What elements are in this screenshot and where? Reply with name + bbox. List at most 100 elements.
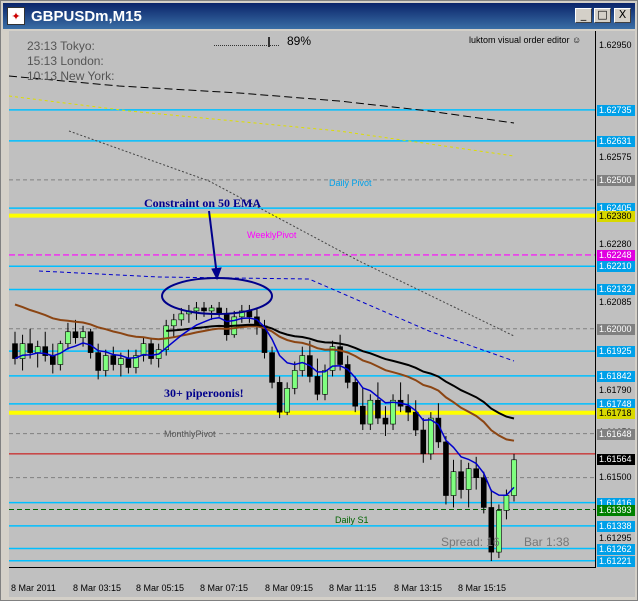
candle-body	[95, 352, 101, 371]
window-title: GBPUSDm,M15	[31, 7, 142, 25]
candle-body	[503, 495, 510, 511]
candle-body	[34, 346, 41, 353]
candle-body	[110, 355, 117, 365]
daily-s1-label: Daily S1	[335, 515, 369, 525]
minimize-button[interactable]: _	[575, 8, 592, 23]
candle-body	[291, 370, 298, 389]
price-level-tag: 1.61925	[597, 346, 635, 358]
price-level-tag: 1.61564	[597, 453, 635, 465]
indicator-trail-yellow	[9, 95, 515, 157]
candle-body	[269, 352, 275, 383]
candle-body	[72, 331, 79, 339]
candle-body	[322, 370, 328, 395]
price-tick: 1.61295	[599, 532, 632, 543]
time-tick: 8 Mar 07:15	[200, 583, 249, 593]
time-tick: 8 Mar 11:15	[329, 583, 377, 593]
candle-body	[125, 358, 132, 368]
price-level-tag: 1.61842	[597, 370, 635, 382]
price-chart[interactable]	[9, 31, 595, 567]
price-level-tag: 1.62380	[597, 210, 635, 222]
price-tick: 1.62085	[599, 297, 632, 308]
london-clock: 15:13 London:	[27, 54, 104, 68]
monthly-pivot-label: MonthlyPivot	[164, 429, 216, 439]
candle-body	[428, 417, 434, 455]
annotation-constraint: Constraint on 50 EMA	[144, 196, 262, 210]
price-level-tag: 1.62735	[597, 104, 635, 116]
candle-body	[465, 468, 472, 490]
price-tick: 1.62575	[599, 151, 632, 162]
candle-body	[102, 355, 109, 371]
newyork-clock: 10:13 New York:	[27, 69, 115, 83]
price-level-tag: 1.61338	[597, 520, 635, 532]
time-tick: 8 Mar 13:15	[394, 583, 443, 593]
indicator-label: luktom visual order editor ☺	[469, 35, 582, 45]
candle-body	[12, 343, 18, 359]
candle-body	[65, 331, 71, 344]
close-button[interactable]: X	[614, 8, 631, 23]
candle-body	[170, 319, 177, 327]
price-level-tag: 1.61718	[597, 407, 635, 419]
candle-body	[223, 313, 230, 336]
price-axis-line	[595, 31, 596, 579]
price-level-tag: 1.62248	[597, 249, 635, 261]
candle-body	[50, 355, 56, 365]
time-tick: 8 Mar 15:15	[458, 583, 507, 593]
title-bar[interactable]: ✦ GBPUSDm,M15 _ □ X	[3, 3, 635, 29]
restore-button[interactable]: □	[594, 8, 611, 23]
candle-body	[284, 388, 290, 413]
candle-body	[473, 468, 479, 478]
bar-timer: Bar 1:38	[524, 535, 570, 549]
price-level-tag: 1.61648	[597, 428, 635, 440]
spread-readout: Spread: 16	[441, 535, 500, 549]
weekly-pivot-label: WeeklyPivot	[247, 230, 297, 240]
price-level-tag: 1.62132	[597, 284, 635, 296]
candle-body	[201, 307, 207, 312]
candle-body	[208, 307, 215, 312]
annotation-piperoonis: 30+ piperoonis!	[164, 386, 244, 400]
candle-body	[420, 429, 427, 455]
candle-body	[276, 382, 283, 413]
candle-body	[352, 382, 359, 407]
price-tick: 1.61500	[599, 471, 632, 482]
candle-body	[344, 364, 351, 383]
progress-marker	[268, 37, 270, 47]
candle-body	[443, 441, 449, 496]
percent-readout: 89%	[287, 34, 312, 48]
chart-window-icon: ✦	[7, 7, 25, 25]
time-tick: 8 Mar 03:15	[73, 583, 122, 593]
time-axis-line	[9, 567, 596, 568]
daily-pivot-label: Daily Pivot	[329, 178, 372, 188]
candle-body	[367, 399, 374, 425]
price-tick: 1.62950	[599, 39, 632, 50]
tokyo-clock: 23:13 Tokyo:	[27, 39, 95, 53]
candle-body	[118, 358, 124, 365]
price-tick: 1.61790	[599, 385, 632, 396]
candle-body	[193, 307, 200, 312]
candle-body	[359, 405, 366, 425]
candle-body	[87, 331, 94, 353]
price-level-tag: 1.61393	[597, 504, 635, 516]
time-tick: 8 Mar 09:15	[265, 583, 314, 593]
candle-body	[375, 399, 381, 419]
price-level-tag: 1.62000	[597, 323, 635, 335]
price-level-tag: 1.61262	[597, 543, 635, 555]
price-level-tag: 1.61221	[597, 555, 635, 567]
chart-window: ✦ GBPUSDm,M15 _ □ X 23:13 Tokyo: 15:13 L…	[0, 0, 638, 601]
candle-body	[450, 471, 457, 496]
indicator-trail-black	[9, 75, 515, 124]
candle-body	[412, 411, 419, 431]
price-tick: 1.62280	[599, 239, 632, 250]
time-tick: 8 Mar 2011	[11, 583, 56, 593]
candle-body	[314, 376, 321, 395]
candle-body	[27, 343, 33, 353]
candle-body	[148, 343, 154, 359]
candle-body	[382, 417, 389, 425]
price-chart-area[interactable]: 23:13 Tokyo: 15:13 London: 10:13 New Yor…	[9, 31, 595, 567]
price-level-tag: 1.62210	[597, 261, 635, 273]
candle-body	[480, 477, 487, 508]
price-level-tag: 1.62631	[597, 135, 635, 147]
time-tick: 8 Mar 05:15	[136, 583, 185, 593]
candle-body	[178, 313, 185, 321]
candle-body	[458, 471, 464, 490]
candle-body	[390, 399, 396, 425]
